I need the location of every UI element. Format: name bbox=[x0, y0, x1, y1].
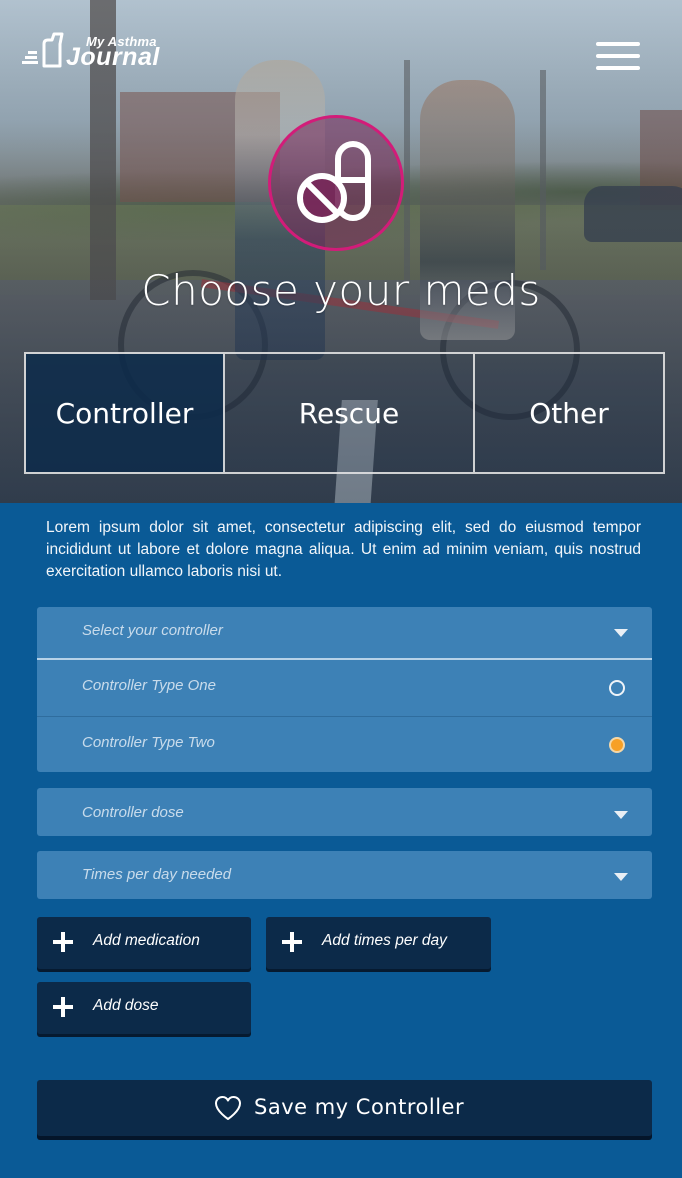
add-times-label: Add times per day bbox=[322, 932, 447, 949]
inhaler-icon bbox=[22, 32, 64, 68]
controller-select-placeholder: Select your controller bbox=[82, 622, 223, 639]
plus-icon bbox=[282, 932, 302, 952]
option-label: Controller Type One bbox=[82, 677, 216, 694]
chevron-down-icon bbox=[614, 873, 628, 881]
page-title: Choose your meds bbox=[141, 266, 541, 315]
option-label: Controller Type Two bbox=[82, 734, 215, 751]
save-controller-label: Save my Controller bbox=[254, 1095, 465, 1119]
app-logo[interactable]: My Asthma Journal bbox=[22, 28, 192, 72]
add-dose-label: Add dose bbox=[93, 997, 159, 1014]
med-type-tabs: Controller Rescue Other bbox=[24, 352, 665, 474]
add-times-button[interactable]: Add times per day bbox=[266, 917, 491, 969]
tab-controller[interactable]: Controller bbox=[26, 354, 225, 472]
hamburger-menu-icon[interactable] bbox=[594, 40, 642, 74]
controller-option-two[interactable]: Controller Type Two bbox=[37, 716, 652, 772]
times-per-day-select[interactable]: Times per day needed bbox=[37, 851, 652, 899]
dose-select-placeholder: Controller dose bbox=[82, 804, 184, 821]
controller-select-header[interactable]: Select your controller bbox=[37, 607, 652, 658]
dose-select[interactable]: Controller dose bbox=[37, 788, 652, 836]
times-select-placeholder: Times per day needed bbox=[82, 866, 232, 883]
chevron-down-icon bbox=[614, 811, 628, 819]
radio-unselected-icon[interactable] bbox=[609, 680, 625, 696]
add-medication-label: Add medication bbox=[93, 932, 200, 949]
controller-select[interactable]: Select your controller Controller Type O… bbox=[37, 607, 652, 772]
heart-icon bbox=[215, 1096, 241, 1120]
plus-icon bbox=[53, 932, 73, 952]
add-medication-button[interactable]: Add medication bbox=[37, 917, 251, 969]
save-controller-button[interactable]: Save my Controller bbox=[37, 1080, 652, 1136]
tab-other[interactable]: Other bbox=[475, 354, 663, 472]
pill-icon bbox=[268, 115, 404, 251]
chevron-down-icon bbox=[614, 629, 628, 637]
intro-text: Lorem ipsum dolor sit amet, consectetur … bbox=[46, 519, 641, 580]
tab-rescue[interactable]: Rescue bbox=[225, 354, 475, 472]
add-dose-button[interactable]: Add dose bbox=[37, 982, 251, 1034]
controller-option-one[interactable]: Controller Type One bbox=[37, 660, 652, 716]
radio-selected-icon[interactable] bbox=[609, 737, 625, 753]
logo-text-big: Journal bbox=[66, 43, 160, 71]
plus-icon bbox=[53, 997, 73, 1017]
